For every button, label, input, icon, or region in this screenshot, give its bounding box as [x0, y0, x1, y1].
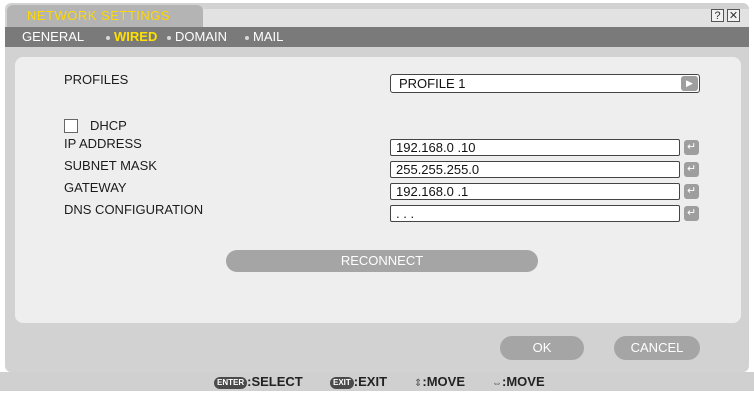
reconnect-button[interactable]: RECONNECT — [226, 250, 538, 272]
help-button[interactable]: ? — [711, 9, 724, 22]
exit-hint: EXIT:EXIT — [330, 372, 387, 391]
ok-button[interactable]: OK — [500, 336, 584, 360]
dhcp-label: DHCP — [90, 118, 127, 133]
subnet-mask-label: SUBNET MASK — [64, 158, 157, 173]
move-vertical-text: :MOVE — [422, 374, 466, 389]
dns-configuration-field[interactable]: . . . — [390, 205, 680, 222]
dns-configuration-label: DNS CONFIGURATION — [64, 202, 204, 217]
window-title: NETWORK SETTINGS — [7, 5, 203, 27]
tab-general[interactable]: GENERAL — [22, 27, 84, 47]
profiles-select[interactable]: PROFILE 1 ▶ — [390, 74, 700, 93]
left-right-arrow-icon: ⇔ — [492, 378, 502, 389]
ip-address-label: IP ADDRESS — [64, 136, 142, 151]
tab-mail[interactable]: MAIL — [253, 27, 283, 47]
exit-hint-text: :EXIT — [353, 374, 388, 389]
tab-domain[interactable]: DOMAIN — [175, 27, 227, 47]
select-hint: ENTER:SELECT — [214, 372, 303, 391]
tab-wired[interactable]: WIRED — [114, 27, 157, 47]
dns-enter-icon[interactable]: ↵ — [684, 206, 699, 221]
tab-bar: GENERAL WIRED DOMAIN MAIL — [5, 27, 749, 47]
network-settings-window: NETWORK SETTINGS ? ✕ GENERAL WIRED DOMAI… — [5, 3, 749, 372]
enter-key-icon: ENTER — [214, 377, 248, 389]
close-button[interactable]: ✕ — [727, 9, 740, 22]
select-hint-text: :SELECT — [247, 374, 303, 389]
exit-key-icon: EXIT — [330, 377, 354, 389]
move-vertical-hint: ⇕:MOVE — [414, 372, 465, 393]
move-horizontal-hint: ⇔:MOVE — [492, 372, 545, 393]
title-strip — [203, 9, 749, 27]
cancel-button[interactable]: CANCEL — [614, 336, 700, 360]
dhcp-checkbox[interactable] — [64, 119, 78, 133]
tab-separator-dot — [106, 36, 110, 40]
move-horizontal-text: :MOVE — [502, 374, 545, 389]
profiles-value: PROFILE 1 — [399, 76, 466, 91]
gateway-enter-icon[interactable]: ↵ — [684, 184, 699, 199]
gateway-label: GATEWAY — [64, 180, 127, 195]
tab-separator-dot — [167, 36, 171, 40]
ip-enter-icon[interactable]: ↵ — [684, 140, 699, 155]
subnet-enter-icon[interactable]: ↵ — [684, 162, 699, 177]
ip-address-field[interactable]: 192.168.0 .10 — [390, 139, 680, 156]
key-hint-bar: ENTER:SELECT EXIT:EXIT ⇕:MOVE ⇔:MOVE — [0, 372, 754, 391]
subnet-mask-field[interactable]: 255.255.255.0 — [390, 161, 680, 178]
gateway-field[interactable]: 192.168.0 .1 — [390, 183, 680, 200]
arrow-right-icon[interactable]: ▶ — [681, 76, 698, 91]
title-bar: NETWORK SETTINGS ? ✕ — [5, 3, 749, 27]
tab-separator-dot — [245, 36, 249, 40]
profiles-label: PROFILES — [64, 72, 129, 87]
